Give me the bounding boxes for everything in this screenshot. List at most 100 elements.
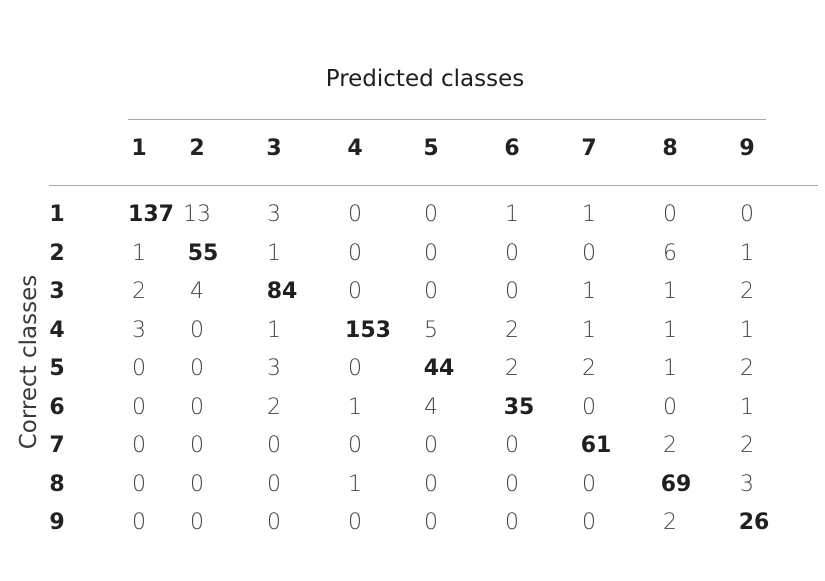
matrix-cell: 1 — [348, 472, 362, 497]
matrix-cell: 4 — [190, 279, 204, 304]
matrix-cell: 0 — [348, 433, 362, 458]
header-bottom-rule — [49, 185, 818, 186]
matrix-cell: 0 — [132, 395, 146, 420]
matrix-cell: 1 — [582, 279, 596, 304]
matrix-cell: 0 — [424, 510, 438, 535]
matrix-cell: 0 — [424, 279, 438, 304]
matrix-cell: 2 — [132, 279, 146, 304]
matrix-cell: 13 — [183, 202, 211, 227]
row-header-9: 9 — [49, 510, 65, 535]
matrix-cell: 61 — [580, 433, 612, 458]
matrix-cell: 0 — [582, 395, 596, 420]
row-header-3: 3 — [49, 279, 65, 304]
column-header-5: 5 — [423, 136, 439, 161]
matrix-cell: 0 — [740, 202, 754, 227]
matrix-cell: 0 — [663, 395, 677, 420]
matrix-cell: 0 — [424, 472, 438, 497]
column-header-4: 4 — [347, 136, 363, 161]
row-header-6: 6 — [49, 395, 65, 420]
matrix-cell: 0 — [348, 241, 362, 266]
matrix-cell: 5 — [424, 318, 438, 343]
matrix-cell: 0 — [267, 510, 281, 535]
row-header-1: 1 — [49, 202, 65, 227]
matrix-cell: 0 — [424, 433, 438, 458]
matrix-cell: 6 — [663, 241, 677, 266]
matrix-cell: 1 — [740, 395, 754, 420]
matrix-cell: 2 — [740, 279, 754, 304]
matrix-cell: 137 — [128, 202, 174, 227]
column-header-7: 7 — [581, 136, 597, 161]
matrix-cell: 0 — [663, 202, 677, 227]
matrix-cell: 3 — [267, 356, 281, 381]
matrix-cell: 0 — [267, 433, 281, 458]
column-header-9: 9 — [739, 136, 755, 161]
matrix-cell: 0 — [348, 356, 362, 381]
row-header-5: 5 — [49, 356, 65, 381]
matrix-cell: 2 — [505, 356, 519, 381]
row-header-7: 7 — [49, 433, 65, 458]
matrix-cell: 1 — [740, 241, 754, 266]
matrix-cell: 69 — [660, 472, 692, 497]
matrix-cell: 0 — [190, 395, 204, 420]
matrix-cell: 0 — [505, 472, 519, 497]
matrix-cell: 0 — [132, 433, 146, 458]
matrix-cell: 0 — [190, 356, 204, 381]
matrix-cell: 0 — [190, 472, 204, 497]
column-header-1: 1 — [131, 136, 147, 161]
matrix-cell: 1 — [740, 318, 754, 343]
matrix-cell: 0 — [424, 241, 438, 266]
matrix-cell: 0 — [132, 472, 146, 497]
matrix-cell: 1 — [267, 318, 281, 343]
matrix-cell: 55 — [187, 241, 219, 266]
matrix-cell: 4 — [424, 395, 438, 420]
matrix-cell: 1 — [663, 356, 677, 381]
matrix-cell: 0 — [582, 241, 596, 266]
matrix-cell: 1 — [267, 241, 281, 266]
matrix-cell: 1 — [663, 279, 677, 304]
x-axis-title: Predicted classes — [325, 66, 525, 92]
matrix-cell: 1 — [132, 241, 146, 266]
row-header-8: 8 — [49, 472, 65, 497]
matrix-cell: 3 — [740, 472, 754, 497]
y-axis-title: Correct classes — [16, 274, 42, 450]
matrix-cell: 1 — [348, 395, 362, 420]
matrix-cell: 2 — [267, 395, 281, 420]
matrix-cell: 2 — [505, 318, 519, 343]
matrix-cell: 0 — [505, 241, 519, 266]
column-header-2: 2 — [189, 136, 205, 161]
matrix-cell: 0 — [190, 510, 204, 535]
matrix-cell: 35 — [503, 395, 535, 420]
header-top-rule — [128, 119, 766, 120]
confusion-matrix: Predicted classes Correct classes 1 2 3 4 5 6… — [0, 0, 825, 581]
matrix-cell: 2 — [663, 433, 677, 458]
matrix-cell: 0 — [505, 279, 519, 304]
matrix-cell: 1 — [582, 202, 596, 227]
column-header-8: 8 — [662, 136, 678, 161]
matrix-cell: 0 — [190, 433, 204, 458]
matrix-cell: 26 — [738, 510, 770, 535]
matrix-cell: 0 — [505, 510, 519, 535]
row-header-4: 4 — [49, 318, 65, 343]
matrix-cell: 0 — [582, 510, 596, 535]
matrix-cell: 0 — [190, 318, 204, 343]
matrix-cell: 1 — [663, 318, 677, 343]
matrix-cell: 3 — [267, 202, 281, 227]
matrix-cell: 2 — [740, 356, 754, 381]
matrix-cell: 0 — [424, 202, 438, 227]
matrix-cell: 44 — [423, 356, 455, 381]
matrix-cell: 0 — [132, 356, 146, 381]
matrix-cell: 0 — [132, 510, 146, 535]
matrix-cell: 0 — [348, 510, 362, 535]
matrix-cell: 2 — [740, 433, 754, 458]
matrix-cell: 153 — [345, 318, 391, 343]
matrix-cell: 0 — [505, 433, 519, 458]
column-header-3: 3 — [266, 136, 282, 161]
matrix-cell: 0 — [267, 472, 281, 497]
row-header-2: 2 — [49, 241, 65, 266]
matrix-cell: 2 — [582, 356, 596, 381]
matrix-cell: 3 — [132, 318, 146, 343]
matrix-cell: 84 — [266, 279, 298, 304]
matrix-cell: 1 — [505, 202, 519, 227]
matrix-cell: 0 — [348, 279, 362, 304]
column-header-6: 6 — [504, 136, 520, 161]
